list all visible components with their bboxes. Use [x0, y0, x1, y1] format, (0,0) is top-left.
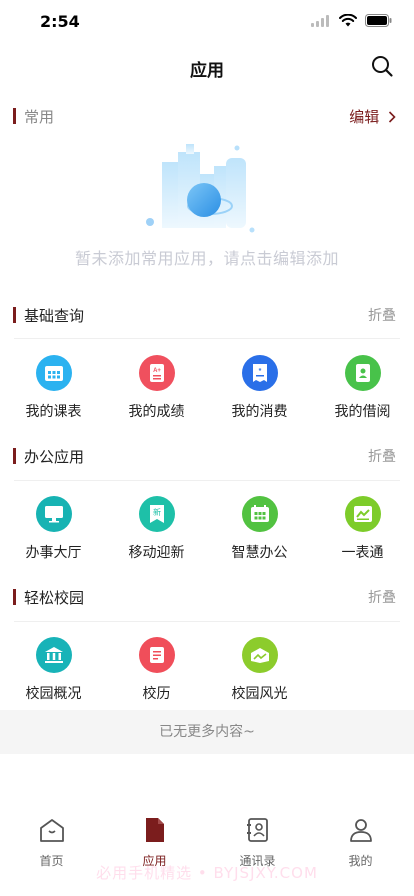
app-my-grades[interactable]: A+ 我的成绩: [105, 355, 208, 421]
section-title: 基础查询: [24, 307, 85, 325]
section-office-apps-header: 办公应用 折叠: [0, 444, 414, 470]
favorites-header: 常用 编辑: [0, 104, 414, 130]
campus-grid: 校园概况 校历 校园风光: [0, 637, 414, 717]
grade-report-icon: A+: [138, 355, 175, 391]
app-service-hall[interactable]: 办事大厅: [2, 496, 105, 562]
app-mobile-welcome[interactable]: 新 移动迎新: [105, 496, 208, 562]
divider: [14, 480, 400, 481]
edit-button[interactable]: 编辑: [349, 106, 396, 127]
school-calendar-icon: [138, 637, 175, 673]
divider: [14, 338, 400, 339]
tab-profile[interactable]: 我的: [309, 810, 412, 869]
chevron-right-icon: [388, 111, 396, 123]
app-label: 办事大厅: [25, 545, 82, 561]
app-my-timetable[interactable]: 我的课表: [2, 355, 105, 421]
basic-query-grid: 我的课表 A+ 我的成绩 * 我的消费 我的借阅: [0, 355, 414, 435]
monitor-icon: [35, 496, 72, 532]
app-label: 一表通: [341, 545, 384, 561]
status-icons: [311, 14, 392, 27]
app-one-form[interactable]: 一表通: [311, 496, 414, 562]
app-label: 我的借阅: [334, 404, 391, 420]
section-campus-header: 轻松校园 折叠: [0, 585, 414, 611]
office-calendar-icon: [241, 496, 278, 532]
section-marker: [13, 307, 16, 323]
app-label: 我的成绩: [128, 404, 185, 420]
app-label: 我的消费: [231, 404, 288, 420]
navigation-bar: 应用: [0, 44, 414, 90]
svg-text:新: 新: [153, 507, 161, 517]
form-icon: [344, 496, 381, 532]
search-icon[interactable]: [370, 54, 394, 78]
no-more-content-text: 已无更多内容~: [0, 710, 414, 754]
collapse-button[interactable]: 折叠: [368, 446, 396, 466]
app-label: 校园风光: [231, 686, 288, 702]
office-apps-grid: 办事大厅 新 移动迎新 智慧办公 一表通: [0, 496, 414, 576]
watermark: 必用手机精选 • BYJSJXY.COM: [96, 864, 318, 882]
app-label: 我的课表: [25, 404, 82, 420]
status-time: 2:54: [40, 12, 80, 31]
app-school-calendar[interactable]: 校历: [105, 637, 208, 703]
contacts-icon: [246, 818, 268, 842]
svg-text:*: *: [258, 368, 261, 375]
cellular-signal-icon: [311, 14, 329, 27]
calendar-icon: [35, 355, 72, 391]
page-title: 应用: [190, 61, 224, 81]
app-campus-scenery[interactable]: 校园风光: [208, 637, 311, 703]
tab-contacts[interactable]: 通讯录: [206, 810, 309, 869]
status-bar: 2:54: [0, 0, 414, 44]
section-marker: [13, 589, 16, 605]
collapse-button[interactable]: 折叠: [368, 587, 396, 607]
receipt-icon: *: [241, 355, 278, 391]
tab-apps[interactable]: 应用: [103, 810, 206, 869]
divider: [14, 621, 400, 622]
app-smart-office[interactable]: 智慧办公: [208, 496, 311, 562]
book-borrow-icon: [344, 355, 381, 391]
app-label: 校历: [142, 686, 171, 702]
edit-label: 编辑: [349, 108, 380, 126]
favorites-title: 常用: [24, 108, 55, 126]
bottom-tab-bar: 首页 应用 通讯录 我的: [0, 810, 414, 870]
section-title: 轻松校园: [24, 589, 85, 607]
collapse-button[interactable]: 折叠: [368, 305, 396, 325]
app-my-spending[interactable]: * 我的消费: [208, 355, 311, 421]
profile-icon: [349, 819, 372, 842]
apps-icon: [145, 818, 164, 842]
app-label: 移动迎新: [128, 545, 185, 561]
app-label: 智慧办公: [231, 545, 288, 561]
empty-favorites-text: 暂未添加常用应用，请点击编辑添加: [74, 249, 339, 268]
home-icon: [39, 819, 64, 842]
welcome-newcomer-icon: 新: [138, 496, 175, 532]
wifi-icon: [339, 14, 357, 27]
app-campus-overview[interactable]: 校园概况: [2, 637, 105, 703]
section-marker: [13, 448, 16, 464]
section-marker: [13, 108, 16, 124]
empty-state-illustration: [146, 144, 255, 233]
section-basic-query-header: 基础查询 折叠: [0, 303, 414, 329]
battery-icon: [365, 14, 392, 27]
svg-text:A+: A+: [153, 368, 161, 374]
app-my-borrowing[interactable]: 我的借阅: [311, 355, 414, 421]
app-label: 校园概况: [25, 686, 82, 702]
campus-building-icon: [35, 637, 72, 673]
tab-home[interactable]: 首页: [0, 810, 103, 869]
section-title: 办公应用: [24, 448, 85, 466]
scenery-icon: [241, 637, 278, 673]
